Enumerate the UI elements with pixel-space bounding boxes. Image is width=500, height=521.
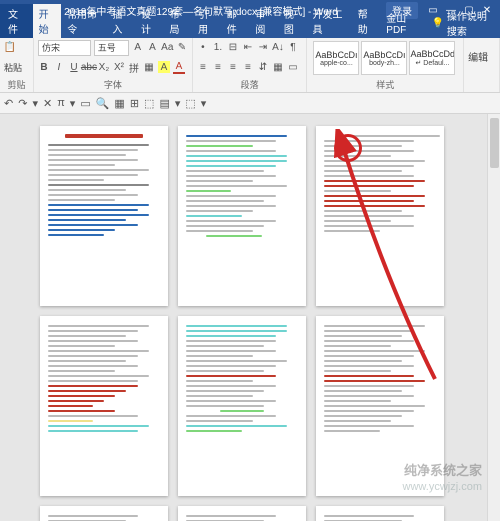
align-left-button[interactable]: ≡ xyxy=(197,61,209,73)
tab-developer[interactable]: 开发工具 xyxy=(307,4,352,38)
file-tab[interactable]: 文件 xyxy=(0,4,33,38)
qat-more-1[interactable]: ▾ xyxy=(32,97,38,110)
align-right-button[interactable]: ≡ xyxy=(227,61,239,73)
font-size-select[interactable]: 五号 xyxy=(94,40,129,56)
tab-wps-pdf[interactable]: 金山PDF xyxy=(380,8,425,38)
qat-blank[interactable]: ⬚ xyxy=(185,97,195,110)
watermark-line2: www.ycwjzj.com xyxy=(403,481,482,493)
style-item-1[interactable]: AaBbCcDı apple-co... xyxy=(313,41,359,75)
group-font-label: 字体 xyxy=(38,78,188,92)
grow-font-button[interactable]: A xyxy=(132,42,144,54)
group-editing-label xyxy=(468,91,495,92)
group-styles-label: 样式 xyxy=(311,78,459,92)
ribbon: 📋 粘贴 剪贴 仿宋 五号 A A Aa ✎ B I U abc X₂ X² 拼… xyxy=(0,38,500,93)
numbering-button[interactable]: 1. xyxy=(212,42,224,54)
italic-button[interactable]: I xyxy=(53,61,65,73)
bullets-button[interactable]: • xyxy=(197,42,209,54)
style-item-2[interactable]: AaBbCcDı body-zh... xyxy=(361,41,407,75)
paste-icon[interactable]: 📋 xyxy=(4,42,16,54)
qat-box[interactable]: ▭ xyxy=(80,97,90,110)
tab-design[interactable]: 设计 xyxy=(135,4,164,38)
equation-button[interactable]: π xyxy=(57,97,65,109)
page-thumbnail-8[interactable] xyxy=(178,506,306,521)
change-case-button[interactable]: Aa xyxy=(161,42,173,54)
lightbulb-icon: 💡 xyxy=(431,18,443,29)
page-thumbnail-4[interactable] xyxy=(40,316,168,496)
decrease-indent-button[interactable]: ⇤ xyxy=(242,42,254,54)
group-paragraph: • 1. ⊟ ⇤ ⇥ A↓ ¶ ≡ ≡ ≡ ≡ ⇵ ▦ ▭ 段落 xyxy=(193,38,308,92)
increase-indent-button[interactable]: ⇥ xyxy=(257,42,269,54)
clear-formatting-button[interactable]: ✎ xyxy=(176,42,188,54)
tab-layout[interactable]: 布局 xyxy=(164,4,193,38)
underline-button[interactable]: U xyxy=(68,61,80,73)
group-clipboard: 📋 粘贴 剪贴 xyxy=(0,38,34,92)
phonetic-button[interactable]: 拼 xyxy=(128,61,140,73)
subscript-button[interactable]: X₂ xyxy=(98,61,110,73)
page-thumbnail-5[interactable] xyxy=(178,316,306,496)
qat-find[interactable]: 🔍 xyxy=(96,97,110,110)
show-marks-button[interactable]: ¶ xyxy=(287,42,299,54)
ribbon-tabs: 文件 开始 常用命令 插入 设计 布局 引用 邮件 审阅 视图 开发工具 帮助 … xyxy=(0,20,500,38)
tell-me-label: 操作说明搜索 xyxy=(447,8,494,38)
qat-more-4[interactable]: ▾ xyxy=(201,97,207,110)
red-circle-annotation xyxy=(334,134,362,162)
tab-view[interactable]: 视图 xyxy=(278,4,307,38)
tab-review[interactable]: 审阅 xyxy=(249,4,278,38)
highlight-button[interactable]: A xyxy=(158,61,170,73)
tell-me[interactable]: 💡 操作说明搜索 xyxy=(425,8,500,38)
quick-access-toolbar: ↶ ↷ ▾ ✕ π ▾ ▭ 🔍 ▦ ⊞ ⬚ ▤ ▾ ⬚ ▾ xyxy=(0,93,500,114)
edit-dropdown[interactable]: 编辑 xyxy=(468,49,488,64)
scrollbar-thumb[interactable] xyxy=(490,118,499,168)
undo-button[interactable]: ↶ xyxy=(4,97,13,110)
tab-common[interactable]: 常用命令 xyxy=(61,4,106,38)
shrink-font-button[interactable]: A xyxy=(147,42,159,54)
font-name-select[interactable]: 仿宋 xyxy=(38,40,91,56)
qat-clear[interactable]: ✕ xyxy=(43,97,52,110)
tab-mailings[interactable]: 邮件 xyxy=(221,4,250,38)
bold-button[interactable]: B xyxy=(38,61,50,73)
shading-button[interactable]: ▦ xyxy=(272,61,284,73)
group-editing: 编辑 xyxy=(464,38,500,92)
watermark-line1: 纯净系统之家 xyxy=(404,460,482,479)
qat-more-3[interactable]: ▾ xyxy=(175,97,181,110)
tab-help[interactable]: 帮助 xyxy=(352,4,381,38)
font-color-button[interactable]: A xyxy=(173,60,185,74)
group-styles: AaBbCcDı apple-co... AaBbCcDı body-zh...… xyxy=(307,38,464,92)
char-border-button[interactable]: ▦ xyxy=(143,61,155,73)
group-paragraph-label: 段落 xyxy=(197,78,303,92)
borders-button[interactable]: ▭ xyxy=(287,61,299,73)
qat-rect[interactable]: ⬚ xyxy=(144,97,154,110)
page-thumbnail-7[interactable] xyxy=(40,506,168,521)
group-clipboard-label: 剪贴 xyxy=(4,78,29,92)
line-spacing-button[interactable]: ⇵ xyxy=(257,61,269,73)
sort-button[interactable]: A↓ xyxy=(272,42,284,54)
document-workspace[interactable]: 纯净系统之家 www.ycwjzj.com xyxy=(0,114,500,521)
style-item-3[interactable]: AaBbCcDd ↵ Defaul... xyxy=(409,41,455,75)
superscript-button[interactable]: X² xyxy=(113,61,125,73)
tab-insert[interactable]: 插入 xyxy=(106,4,135,38)
vertical-scrollbar[interactable] xyxy=(487,114,500,521)
page-thumbnail-2[interactable] xyxy=(178,126,306,306)
qat-table[interactable]: ⊞ xyxy=(130,97,139,110)
tab-home[interactable]: 开始 xyxy=(33,4,62,38)
redo-button[interactable]: ↷ xyxy=(18,97,27,110)
page-thumbnail-1[interactable] xyxy=(40,126,168,306)
align-justify-button[interactable]: ≡ xyxy=(242,61,254,73)
qat-more-2[interactable]: ▾ xyxy=(70,97,76,110)
qat-grid[interactable]: ▦ xyxy=(114,97,124,110)
paste-label[interactable]: 粘贴 xyxy=(4,59,29,76)
strike-button[interactable]: abc xyxy=(83,61,95,73)
tab-references[interactable]: 引用 xyxy=(192,4,221,38)
group-font: 仿宋 五号 A A Aa ✎ B I U abc X₂ X² 拼 ▦ A A 字… xyxy=(34,38,193,92)
multilevel-button[interactable]: ⊟ xyxy=(227,42,239,54)
align-center-button[interactable]: ≡ xyxy=(212,61,224,73)
qat-rows[interactable]: ▤ xyxy=(159,97,169,110)
page-thumbnail-3[interactable] xyxy=(316,126,444,306)
page-thumbnail-9[interactable] xyxy=(316,506,444,521)
